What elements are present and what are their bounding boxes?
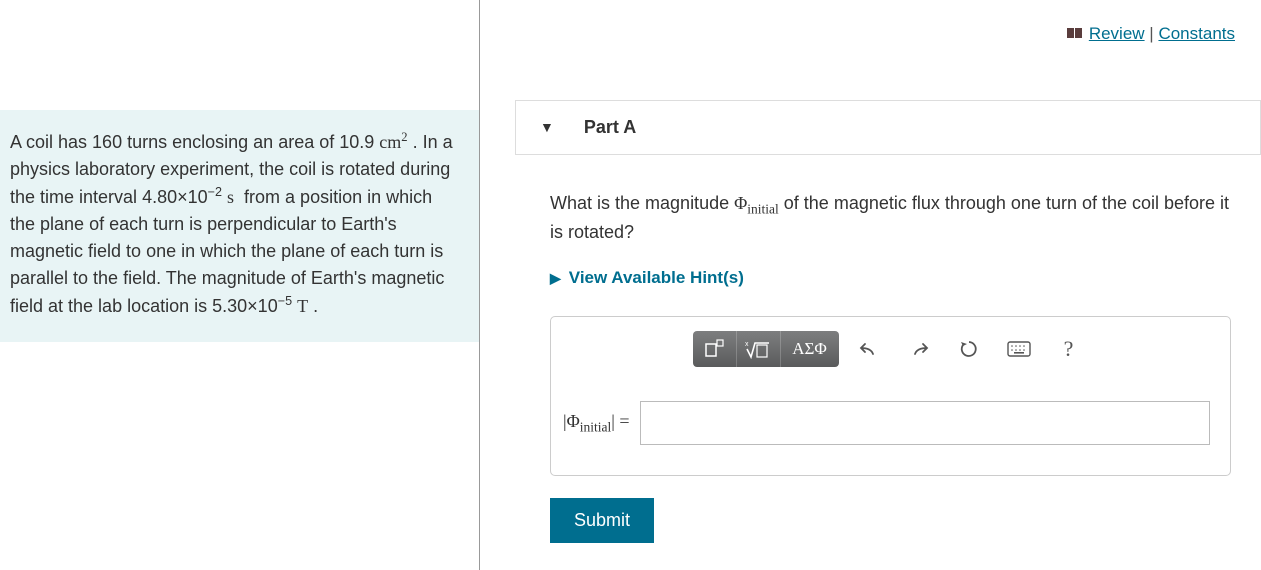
part-header[interactable]: ▼ Part A [515,100,1261,155]
equation-toolbar: x ΑΣΦ ? [551,317,1230,375]
help-button[interactable]: ? [1049,331,1089,367]
hints-label: View Available Hint(s) [569,268,744,288]
book-icon [1067,25,1085,45]
svg-text:x: x [745,341,749,348]
collapse-caret-icon[interactable]: ▼ [540,119,554,135]
variable-label: |Φinitial| = [563,411,630,436]
keyboard-button[interactable] [999,331,1039,367]
review-link[interactable]: Review [1089,24,1145,43]
answer-input[interactable] [640,401,1210,445]
submit-button[interactable]: Submit [550,498,654,543]
problem-panel: A coil has 160 turns enclosing an area o… [0,0,480,570]
question-text: What is the magnitude Φinitial of the ma… [550,190,1231,247]
radical-button[interactable]: x [737,331,781,367]
view-hints-button[interactable]: ▶ View Available Hint(s) [550,268,1231,288]
greek-button[interactable]: ΑΣΦ [781,331,839,367]
redo-button[interactable] [899,331,939,367]
problem-statement: A coil has 160 turns enclosing an area o… [0,110,479,342]
part-label: Part A [584,117,636,138]
reset-button[interactable] [949,331,989,367]
undo-button[interactable] [849,331,889,367]
answer-box: x ΑΣΦ ? |Φinitial| = [550,316,1231,476]
constants-link[interactable]: Constants [1158,24,1235,43]
chevron-right-icon: ▶ [550,270,561,287]
template-button[interactable] [693,331,737,367]
answer-panel: Review | Constants ▼ Part A What is the … [480,0,1261,570]
top-links: Review | Constants [480,0,1261,45]
